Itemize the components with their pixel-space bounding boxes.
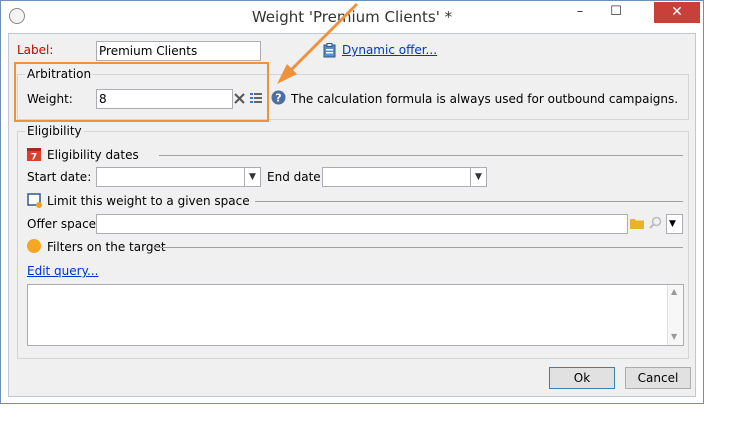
label-field-label: Label:	[17, 43, 54, 57]
end-date-label: End date:	[267, 170, 325, 184]
divider	[255, 201, 683, 202]
divider	[153, 247, 683, 248]
annotation-arrow-icon	[277, 2, 359, 84]
filters-heading: Filters on the target	[47, 240, 166, 254]
search-icon[interactable]	[649, 216, 662, 230]
svg-text:7: 7	[31, 153, 37, 162]
query-textarea[interactable]: ▲ ▼	[27, 284, 684, 346]
dialog-window: Weight 'Premium Clients' * – ☐ ✕ Label: …	[0, 0, 704, 404]
offer-space-input[interactable]	[96, 214, 628, 234]
scroll-down-icon[interactable]: ▼	[671, 332, 677, 341]
limit-space-heading: Limit this weight to a given space	[47, 194, 250, 208]
end-date-field[interactable]: ▼	[322, 167, 487, 187]
cancel-button[interactable]: Cancel	[625, 367, 691, 389]
folder-icon[interactable]	[630, 217, 644, 229]
start-date-label: Start date:	[27, 170, 92, 184]
chevron-down-icon[interactable]: ▼	[470, 168, 486, 186]
calendar-icon: 7	[27, 148, 41, 162]
ok-button[interactable]: Ok	[549, 367, 615, 389]
divider	[159, 155, 683, 156]
dialog-body: Label: Premium Clients Dynamic offer... …	[8, 2, 696, 397]
scrollbar[interactable]: ▲ ▼	[667, 285, 683, 345]
label-input[interactable]: Premium Clients	[96, 41, 261, 61]
offer-space-dropdown[interactable]: ▼	[666, 214, 683, 234]
scroll-up-icon[interactable]: ▲	[671, 287, 677, 296]
svg-text:?: ?	[275, 92, 281, 105]
highlight-box	[14, 62, 269, 122]
help-icon: ?	[271, 90, 286, 105]
chevron-down-icon[interactable]: ▼	[244, 168, 260, 186]
arbitration-info-text: The calculation formula is always used f…	[291, 92, 679, 106]
close-button[interactable]: ✕	[654, 2, 700, 23]
eligibility-dates-heading: Eligibility dates	[47, 148, 139, 162]
chevron-down-icon[interactable]: ▼	[669, 215, 676, 233]
offer-space-label: Offer space:	[27, 217, 101, 231]
filter-icon	[27, 239, 41, 253]
minimize-button[interactable]: –	[566, 2, 594, 23]
start-date-field[interactable]: ▼	[96, 167, 261, 187]
edit-query-link[interactable]: Edit query...	[27, 264, 98, 278]
eligibility-title: Eligibility	[25, 124, 84, 138]
space-icon	[27, 193, 42, 208]
maximize-button[interactable]: ☐	[602, 2, 630, 23]
